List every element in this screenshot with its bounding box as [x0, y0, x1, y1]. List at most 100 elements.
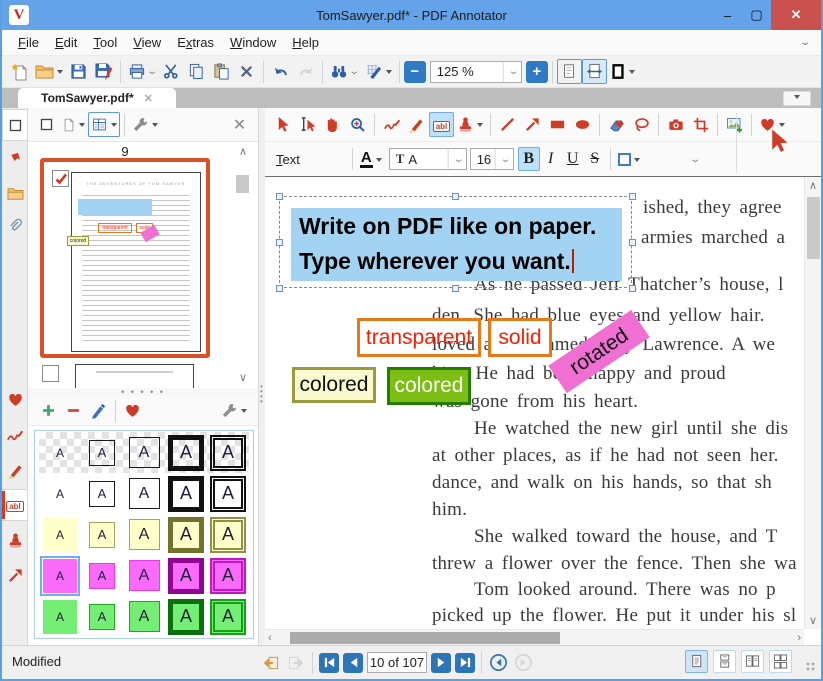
underline-button[interactable]: U [562, 147, 584, 171]
redo-button[interactable] [293, 59, 318, 84]
selection-handle[interactable] [276, 239, 283, 246]
text-tool-button[interactable]: abl [429, 112, 454, 137]
sidebar-tab-favorites[interactable] [3, 385, 27, 415]
favorite-style-button[interactable] [120, 398, 145, 423]
font-color-button[interactable]: A [357, 147, 385, 172]
toolbar-overflow-icon[interactable]: ⌄ [689, 154, 701, 165]
sidebar-tab-stamp-styles[interactable] [3, 525, 27, 555]
style-swatch-r4c3[interactable]: A [123, 555, 165, 596]
view-continuous-button[interactable] [713, 650, 736, 673]
select-button[interactable] [270, 112, 295, 137]
find-button[interactable]: ⌄ [327, 59, 361, 84]
page-checkbox-checked[interactable] [52, 170, 69, 187]
scroll-left-icon[interactable]: ‹ [268, 632, 272, 644]
sidebar-tab-overview[interactable] [3, 178, 27, 208]
style-swatch-r1c2[interactable]: A [81, 432, 123, 473]
add-style-button[interactable] [36, 398, 61, 423]
eraser-button[interactable] [604, 112, 629, 137]
selection-handle[interactable] [629, 193, 636, 200]
style-swatch-r3c3[interactable]: A [123, 514, 165, 555]
border-style-button[interactable] [615, 147, 643, 172]
panel-splitter[interactable]: • • • • • [28, 388, 258, 396]
rectangle-tool-button[interactable] [545, 112, 570, 137]
resize-grip[interactable] [806, 662, 816, 672]
style-swatch-r4c2[interactable]: A [81, 555, 123, 596]
style-swatch-r5c4[interactable]: A [165, 596, 207, 637]
scroll-up-icon[interactable]: ∧ [237, 146, 249, 158]
prev-page-button[interactable] [343, 653, 363, 673]
sidebar-tab-bookmarks[interactable] [3, 144, 27, 174]
menu-view[interactable]: View [125, 32, 169, 53]
delete-button[interactable] [234, 59, 259, 84]
page-options-button[interactable] [59, 112, 88, 137]
zoom-in-button[interactable]: + [526, 61, 548, 83]
style-swatch-r1c4[interactable]: A [165, 432, 207, 473]
style-swatch-r1c5[interactable]: A [207, 432, 249, 473]
scroll-right-icon[interactable]: › [797, 632, 801, 644]
style-swatch-r5c5[interactable]: A [207, 596, 249, 637]
menu-help[interactable]: Help [284, 32, 327, 53]
style-swatch-r3c1[interactable]: A [39, 514, 81, 555]
snap-grid-button[interactable] [362, 59, 395, 84]
style-swatch-r2c2[interactable]: A [81, 473, 123, 514]
remove-style-button[interactable] [61, 398, 86, 423]
stamp-tool-button[interactable] [454, 112, 486, 137]
edit-style-button[interactable] [86, 398, 111, 423]
style-swatch-r2c4[interactable]: A [165, 473, 207, 514]
menu-file[interactable]: File [10, 32, 47, 53]
colored-annotation[interactable]: colored [387, 367, 471, 405]
snapshot-button[interactable] [663, 112, 688, 137]
menu-tool[interactable]: Tool [85, 32, 125, 53]
scroll-up-icon[interactable]: ∧ [805, 179, 821, 192]
bold-button[interactable]: B [518, 147, 540, 171]
selection-handle[interactable] [276, 285, 283, 292]
next-page-button[interactable] [431, 653, 451, 673]
undo-button[interactable] [268, 59, 293, 84]
copy-button[interactable] [184, 59, 209, 84]
italic-button[interactable]: I [540, 147, 562, 171]
style-swatch-r2c3[interactable]: A [123, 473, 165, 514]
style-swatch-r4c4[interactable]: A [165, 555, 207, 596]
strike-button[interactable]: S [584, 147, 606, 171]
sidebar-tab-attachments[interactable] [3, 210, 27, 240]
page-checkbox-empty[interactable] [42, 365, 59, 382]
print-button[interactable]: ⌄ [125, 59, 159, 84]
vertical-scrollbar[interactable]: ∧ ∨ [804, 177, 821, 629]
paste-button[interactable] [209, 59, 234, 84]
scroll-down-icon[interactable]: ∨ [237, 372, 249, 384]
new-document-button[interactable] [7, 59, 32, 84]
arrow-tool-button[interactable] [520, 112, 545, 137]
line-tool-button[interactable] [495, 112, 520, 137]
panel-settings-button[interactable] [129, 112, 161, 137]
page-layout-button[interactable] [607, 59, 638, 84]
cut-button[interactable] [159, 59, 184, 84]
selection-handle[interactable] [629, 285, 636, 292]
first-page-button[interactable] [319, 653, 339, 673]
document-tab[interactable]: TomSawyer.pdf* ✕ [18, 88, 176, 108]
select-pages-button[interactable] [34, 112, 59, 137]
thumbnail-page-10[interactable]: THE ADVENTURES OF TOM SAWYER transparent… [40, 158, 210, 358]
sidebar-tab-pen-styles[interactable] [3, 420, 27, 450]
page-number-field[interactable]: 10 of 107 [367, 652, 427, 673]
zoom-level-combo[interactable]: 125 %⌄ [430, 61, 522, 83]
save-button[interactable] [66, 59, 91, 84]
zoom-out-button[interactable]: − [404, 61, 426, 83]
save-as-button[interactable] [91, 59, 116, 84]
sidebar-tab-thumbnails[interactable] [3, 110, 27, 140]
font-family-combo[interactable]: TA⌄ [389, 148, 467, 170]
view-two-continuous-button[interactable] [769, 650, 792, 673]
scrollbar-thumb[interactable] [807, 197, 820, 259]
palette-settings-button[interactable] [218, 398, 250, 423]
style-swatch-r1c1[interactable]: A [39, 432, 81, 473]
fit-page-button[interactable] [557, 59, 582, 84]
view-mode-button[interactable] [88, 112, 120, 137]
fit-width-button[interactable] [582, 59, 607, 84]
crop-button[interactable] [688, 112, 713, 137]
style-swatch-r4c5[interactable]: A [207, 555, 249, 596]
style-swatch-r5c1[interactable]: A [39, 596, 81, 637]
selection-handle[interactable] [452, 193, 459, 200]
scrollbar-thumb[interactable] [290, 632, 560, 644]
style-swatch-r1c3[interactable]: A [123, 432, 165, 473]
ellipse-tool-button[interactable] [570, 112, 595, 137]
style-swatch-r2c1[interactable]: A [39, 473, 81, 514]
